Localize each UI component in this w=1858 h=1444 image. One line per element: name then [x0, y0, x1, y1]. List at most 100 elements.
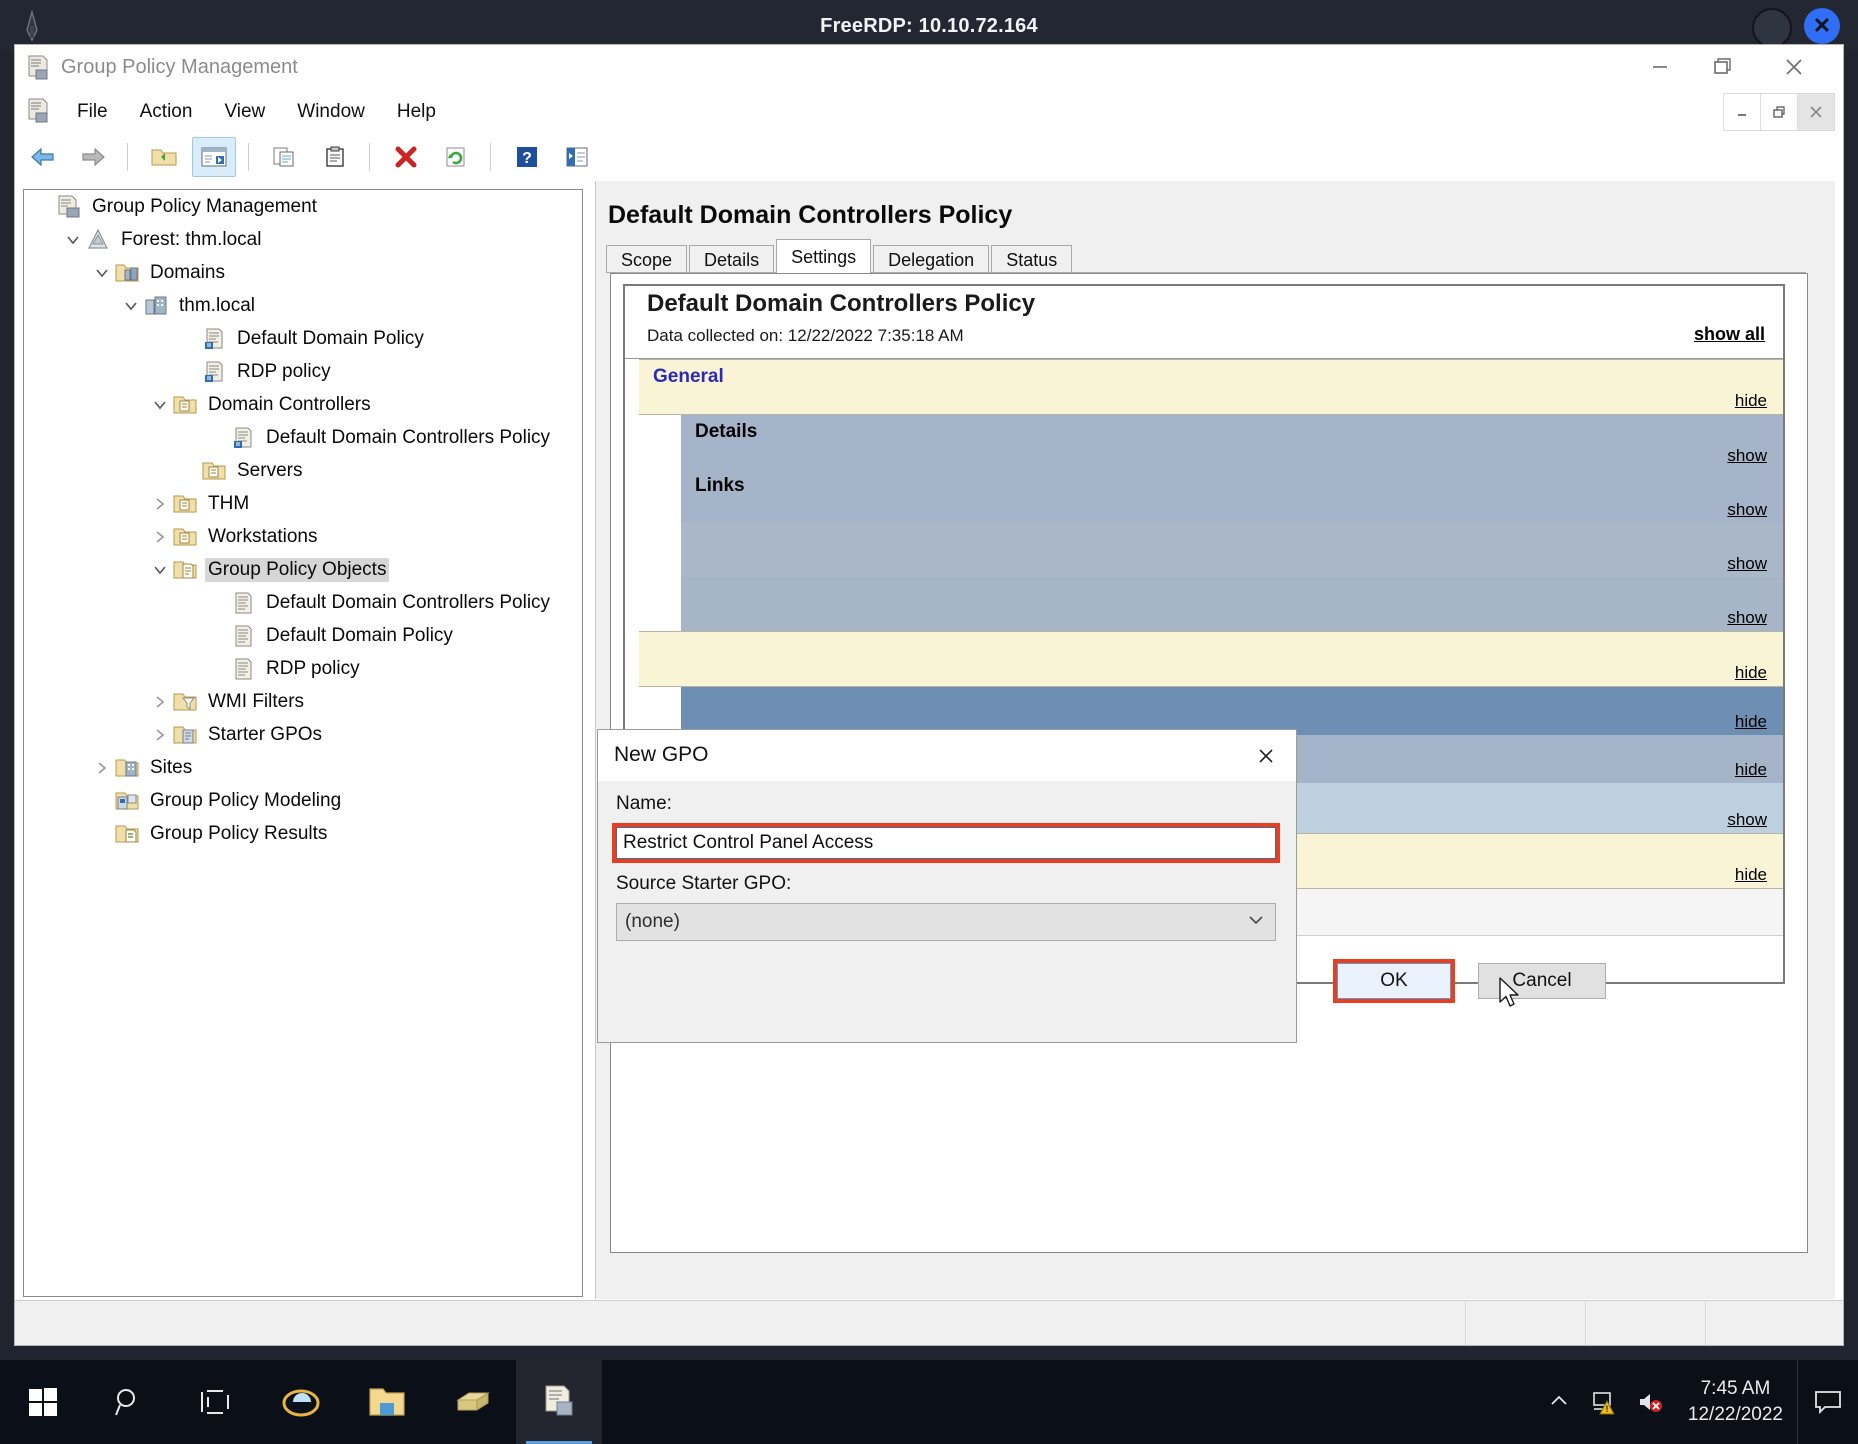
mmc-title: Group Policy Management — [61, 56, 298, 78]
tab-settings[interactable]: Settings — [776, 239, 872, 273]
chevron-right-icon[interactable] — [150, 692, 170, 712]
taskbar-clock[interactable]: 7:45 AM 12/22/2022 — [1674, 1376, 1797, 1428]
menu-window[interactable]: Window — [281, 97, 381, 127]
forward-icon[interactable] — [71, 137, 115, 177]
chevron-right-icon[interactable] — [150, 725, 170, 745]
report-section-label: Details — [695, 421, 758, 442]
mdi-restore-button[interactable] — [1760, 93, 1798, 131]
source-starter-gpo-select[interactable]: (none) — [616, 903, 1276, 941]
tree-item-servers[interactable]: Servers — [24, 454, 582, 487]
tree-item-group-policy-objects[interactable]: Group Policy Objects — [24, 553, 582, 586]
menu-list: File Action View Window Help — [61, 91, 452, 133]
forest-icon — [85, 228, 111, 252]
help-icon[interactable]: ? — [505, 137, 549, 177]
mdi-close-button[interactable] — [1797, 93, 1835, 131]
report-section-row: General hide — [639, 359, 1783, 415]
tree-item-thm[interactable]: THM — [24, 487, 582, 520]
chevron-right-icon[interactable] — [92, 758, 112, 778]
tree-item-default-domain-controllers-policy[interactable]: Default Domain Controllers Policy — [24, 421, 582, 454]
report-section-toggle[interactable]: show — [1727, 608, 1767, 628]
tree-item-default-domain-controllers-policy[interactable]: Default Domain Controllers Policy — [24, 586, 582, 619]
internet-explorer-icon[interactable] — [258, 1360, 344, 1444]
show-hidden-icons-icon[interactable] — [1536, 1360, 1582, 1444]
tree-item-label: RDP policy — [266, 657, 360, 679]
delete-icon[interactable] — [384, 137, 428, 177]
refresh-icon[interactable] — [434, 137, 478, 177]
tab-details[interactable]: Details — [689, 245, 775, 273]
cancel-button[interactable]: Cancel — [1478, 963, 1606, 999]
menu-action[interactable]: Action — [124, 97, 209, 127]
tree-item-label: Starter GPOs — [208, 723, 323, 745]
tab-scope[interactable]: Scope — [606, 245, 688, 273]
chevron-down-icon[interactable] — [92, 263, 112, 283]
chevron-right-icon[interactable] — [150, 494, 170, 514]
menu-help[interactable]: Help — [381, 97, 452, 127]
show-all-link[interactable]: show all — [1694, 324, 1765, 345]
server-manager-icon[interactable] — [430, 1360, 516, 1444]
ok-button[interactable]: OK — [1337, 963, 1451, 999]
tree-item-group-policy-modeling[interactable]: Group Policy Modeling — [24, 784, 582, 817]
paste-icon[interactable] — [313, 137, 357, 177]
ok-button-highlight: OK — [1333, 959, 1455, 1003]
search-icon[interactable] — [86, 1360, 172, 1444]
ou-icon — [172, 492, 198, 516]
up-folder-icon[interactable] — [142, 137, 186, 177]
rdp-minimize-button[interactable] — [1752, 8, 1792, 48]
report-section-toggle[interactable]: show — [1727, 810, 1767, 830]
tree-item-wmi-filters[interactable]: WMI Filters — [24, 685, 582, 718]
tree-item-rdp-policy[interactable]: RDP policy — [24, 355, 582, 388]
tab-delegation[interactable]: Delegation — [873, 245, 990, 273]
report-section-row: show — [681, 577, 1783, 631]
back-icon[interactable] — [21, 137, 65, 177]
tree-item-rdp-policy[interactable]: RDP policy — [24, 652, 582, 685]
tree-item-domains[interactable]: Domains — [24, 256, 582, 289]
chevron-down-icon[interactable] — [150, 395, 170, 415]
report-section-toggle[interactable]: hide — [1735, 712, 1767, 732]
tree-item-group-policy-results[interactable]: Group Policy Results — [24, 817, 582, 850]
report-section-toggle[interactable]: hide — [1735, 760, 1767, 780]
chevron-right-icon[interactable] — [150, 527, 170, 547]
menu-view[interactable]: View — [208, 97, 281, 127]
report-section-toggle[interactable]: show — [1727, 554, 1767, 574]
volume-muted-icon[interactable] — [1628, 1360, 1674, 1444]
tree-item-sites[interactable]: Sites — [24, 751, 582, 784]
tree-item-starter-gpos[interactable]: Starter GPOs — [24, 718, 582, 751]
tree-item-label: RDP policy — [237, 360, 331, 382]
tree-item-default-domain-policy[interactable]: Default Domain Policy — [24, 322, 582, 355]
group-policy-management-icon[interactable] — [516, 1360, 602, 1444]
tree-item-domain-controllers[interactable]: Domain Controllers — [24, 388, 582, 421]
tree-item-label: Default Domain Controllers Policy — [266, 591, 551, 613]
close-icon[interactable] — [1246, 738, 1286, 774]
gpo-name-input[interactable] — [616, 827, 1276, 859]
network-warning-icon[interactable]: ! — [1582, 1360, 1628, 1444]
mmc-maximize-button[interactable] — [1691, 45, 1753, 89]
tree-item-group-policy-management[interactable]: Group Policy Management — [24, 190, 582, 223]
report-section-row: hide — [681, 687, 1783, 735]
report-section-toggle[interactable]: hide — [1735, 391, 1767, 411]
report-section-toggle[interactable]: hide — [1735, 865, 1767, 885]
report-section-toggle[interactable]: hide — [1735, 663, 1767, 683]
tree-item-forest-thm-local[interactable]: Forest: thm.local — [24, 223, 582, 256]
action-center-icon[interactable] — [1797, 1360, 1858, 1444]
properties-icon[interactable] — [555, 137, 599, 177]
tree-item-default-domain-policy[interactable]: Default Domain Policy — [24, 619, 582, 652]
start-button[interactable] — [0, 1360, 86, 1444]
rdp-close-button[interactable]: ✕ — [1804, 8, 1840, 44]
task-view-icon[interactable] — [172, 1360, 258, 1444]
mmc-close-button[interactable] — [1763, 45, 1825, 89]
tab-status[interactable]: Status — [991, 245, 1073, 273]
report-section-toggle[interactable]: show — [1727, 500, 1767, 520]
show-hide-console-tree-icon[interactable] — [192, 137, 236, 177]
file-explorer-icon[interactable] — [344, 1360, 430, 1444]
mdi-minimize-button[interactable] — [1723, 93, 1761, 131]
mmc-minimize-button[interactable] — [1629, 45, 1691, 89]
console-tree-pane[interactable]: Group Policy Management Forest: thm.local… — [23, 189, 583, 1297]
copy-icon[interactable] — [263, 137, 307, 177]
chevron-down-icon[interactable] — [121, 296, 141, 316]
tree-item-workstations[interactable]: Workstations — [24, 520, 582, 553]
report-section-toggle[interactable]: show — [1727, 446, 1767, 466]
menu-file[interactable]: File — [61, 97, 124, 127]
chevron-down-icon[interactable] — [63, 230, 83, 250]
chevron-down-icon[interactable] — [150, 560, 170, 580]
tree-item-thm-local[interactable]: thm.local — [24, 289, 582, 322]
